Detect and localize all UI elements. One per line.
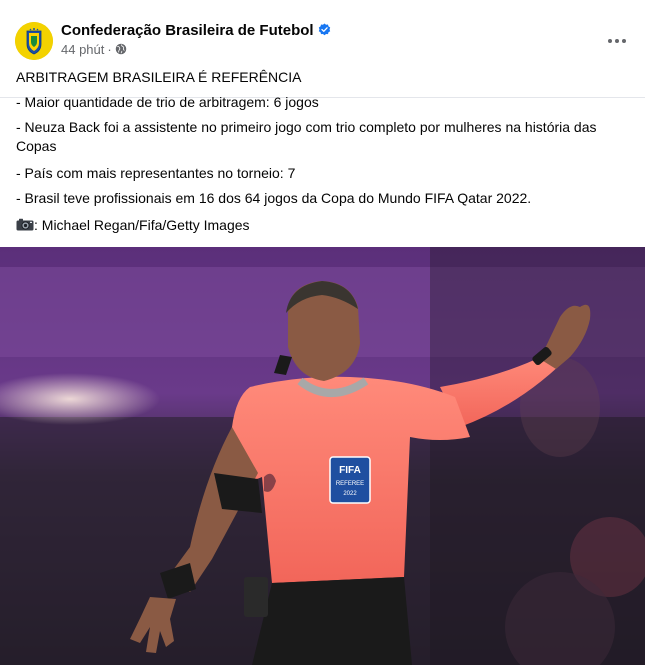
meta-separator: · <box>107 42 112 57</box>
camera-emoji-icon <box>16 218 34 231</box>
post-photo[interactable]: FIFA REFEREE 2022 <box>0 247 645 665</box>
cbf-crest-icon <box>15 22 53 60</box>
more-options-button[interactable] <box>603 27 631 55</box>
post-line-4: - Brasil teve profissionais em 16 dos 64… <box>16 190 532 206</box>
photo-credit-line: : Michael Regan/Fifa/Getty Images <box>16 216 631 235</box>
post-timestamp[interactable]: 44 phút <box>61 42 104 57</box>
badge-fifa: FIFA <box>339 465 361 476</box>
post-line-2: - Neuza Back foi a assistente no primeir… <box>16 119 597 154</box>
page-avatar[interactable] <box>15 22 53 60</box>
post-headline: ARBITRAGEM BRASILEIRA É REFERÊNCIA <box>16 69 302 85</box>
badge-referee: REFEREE <box>336 481 364 487</box>
page-name[interactable]: Confederação Brasileira de Futebol <box>61 22 314 39</box>
post-meta: 44 phút · <box>61 42 127 57</box>
post-header: Confederação Brasileira de Futebol 44 ph… <box>0 0 645 66</box>
globe-icon[interactable] <box>115 43 127 55</box>
post-line-1: - Maior quantidade de trio de arbitragem… <box>16 94 319 110</box>
post-line-3: - País com mais representantes no tornei… <box>16 165 296 181</box>
facebook-post: Confederação Brasileira de Futebol 44 ph… <box>0 0 645 665</box>
more-options-icon <box>608 39 626 43</box>
page-name-row: Confederação Brasileira de Futebol <box>61 22 331 39</box>
badge-year: 2022 <box>343 491 357 497</box>
referee-photo: FIFA REFEREE 2022 <box>0 247 645 665</box>
verified-badge-icon <box>318 23 330 36</box>
photo-credit: : Michael Regan/Fifa/Getty Images <box>34 217 250 233</box>
